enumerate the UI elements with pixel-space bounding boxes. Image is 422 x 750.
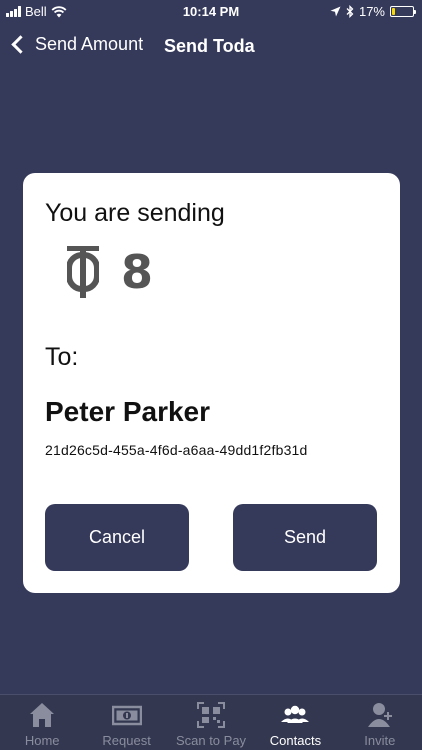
- bluetooth-icon: [346, 5, 354, 18]
- navigation-bar: Send Amount Send Toda: [0, 24, 422, 72]
- amount-value: 8: [121, 245, 154, 299]
- status-right: 17%: [330, 4, 416, 19]
- tab-bar: Home Request Scan to Pay Contacts Invite: [0, 694, 422, 750]
- confirmation-card: You are sending 8 To: Peter Parker 21d26…: [23, 173, 400, 593]
- sending-label: You are sending: [45, 199, 225, 227]
- status-bar: Bell 10:14 PM 17%: [0, 0, 422, 24]
- tab-request-label: Request: [102, 733, 151, 748]
- qr-code-icon: [196, 701, 226, 729]
- tab-invite-label: Invite: [364, 733, 396, 748]
- contacts-icon: [280, 701, 310, 729]
- recipient-id: 21d26c5d-455a-4f6d-a6aa-49dd1f2fb31d: [45, 442, 308, 458]
- battery-icon: [390, 6, 416, 17]
- toda-currency-icon: [67, 246, 99, 298]
- tab-invite[interactable]: Invite: [338, 695, 422, 750]
- page-title: Send Toda: [164, 36, 255, 56]
- tab-home[interactable]: Home: [0, 695, 84, 750]
- tab-scan-to-pay[interactable]: Scan to Pay: [169, 695, 253, 750]
- cancel-button[interactable]: Cancel: [45, 504, 189, 571]
- tab-scan-to-pay-label: Scan to Pay: [175, 733, 247, 748]
- add-user-icon: [365, 701, 395, 729]
- battery-level: [392, 8, 396, 15]
- back-button-label: Send Amount: [35, 34, 144, 54]
- recipient-name: Peter Parker: [45, 396, 211, 427]
- tab-contacts[interactable]: Contacts: [253, 695, 337, 750]
- tab-contacts-label: Contacts: [269, 733, 322, 748]
- back-button[interactable]: Send Amount: [10, 34, 143, 55]
- banknote-icon: [111, 701, 142, 729]
- amount-row: 8: [67, 245, 153, 299]
- chevron-left-icon: [11, 35, 30, 54]
- home-icon: [27, 701, 57, 729]
- location-arrow-icon: [330, 6, 341, 17]
- tab-request[interactable]: Request: [84, 695, 168, 750]
- send-button[interactable]: Send: [233, 504, 377, 571]
- tab-home-label: Home: [24, 733, 60, 748]
- to-label: To:: [45, 343, 79, 371]
- battery-percent: 17%: [358, 4, 385, 19]
